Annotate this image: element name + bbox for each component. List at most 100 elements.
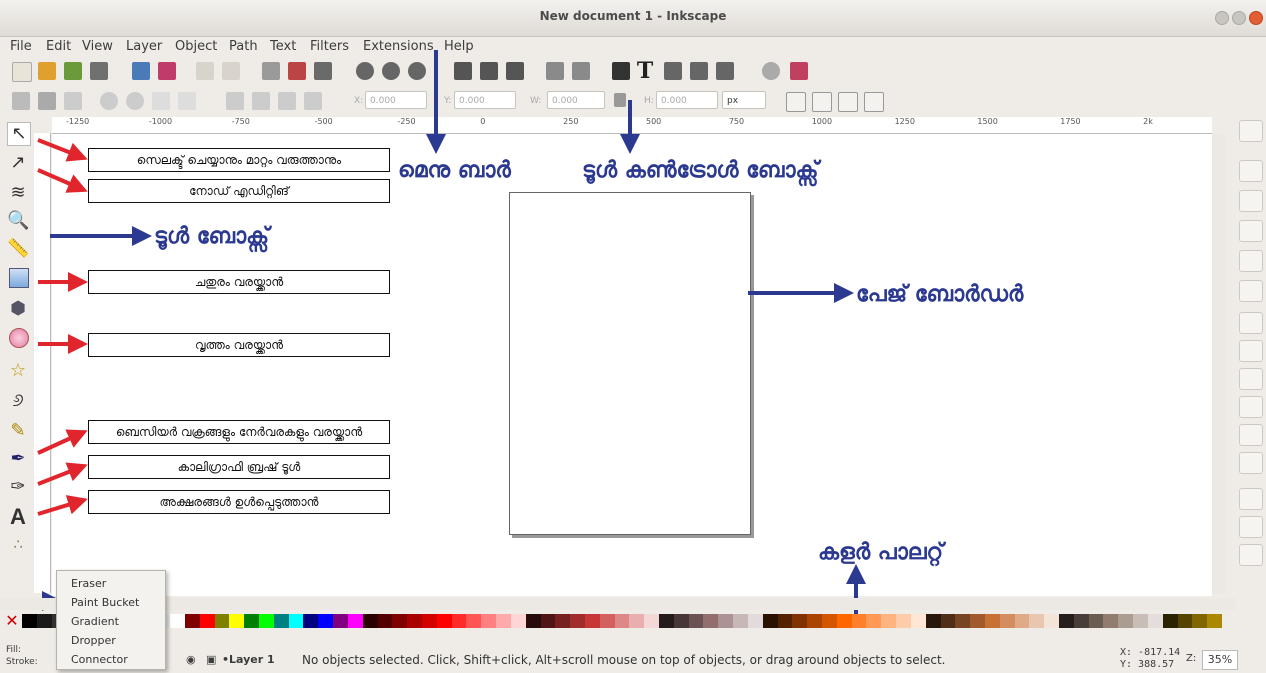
snap-others-icon[interactable] [1239,488,1263,510]
color-swatch[interactable] [659,614,675,628]
color-swatch[interactable] [851,614,867,628]
snap-bbox-edge-icon[interactable] [1239,190,1263,212]
color-swatch[interactable] [392,614,408,628]
tweak-tool-icon[interactable]: ≋ [7,182,29,204]
color-swatch[interactable] [747,614,764,628]
scale-corners-icon[interactable] [812,92,832,112]
unit-select[interactable]: px [722,91,766,109]
new-document-icon[interactable] [12,62,32,82]
menu-file[interactable]: File [10,39,32,54]
color-swatch[interactable] [273,614,290,628]
zoom-selection-icon[interactable] [356,62,374,80]
color-swatch[interactable] [1118,614,1134,628]
no-paint-icon[interactable]: ✕ [4,612,20,630]
color-swatch[interactable] [377,614,393,628]
xml-editor-icon[interactable] [690,62,708,80]
color-swatch[interactable] [1147,614,1164,628]
color-swatch[interactable] [244,614,260,628]
color-swatch[interactable] [792,614,808,628]
text-font-icon[interactable]: T [636,60,654,82]
minimize-button[interactable] [1215,11,1229,25]
zoom-page-icon[interactable] [408,62,426,80]
color-swatch[interactable] [333,614,349,628]
color-swatch[interactable] [940,614,956,628]
color-swatch[interactable] [525,614,542,628]
export-icon[interactable] [158,62,176,80]
snap-bbox-corner-icon[interactable] [1239,220,1263,242]
rotate-ccw-icon[interactable] [100,92,118,110]
horizontal-ruler[interactable]: -1250 -1000 -750 -500 -250 0 250 500 750 1000 1250… [52,117,1212,134]
color-swatch[interactable] [896,614,912,628]
color-swatch[interactable] [1103,614,1119,628]
spiral-tool-icon[interactable]: ୬ [7,390,29,412]
group-icon[interactable] [546,62,564,80]
open-folder-icon[interactable] [38,62,56,80]
menu-extensions[interactable]: Extensions [363,39,434,54]
transform-patterns-icon[interactable] [864,92,884,112]
color-swatch[interactable] [318,614,334,628]
lower-icon[interactable] [278,92,296,110]
x-input[interactable]: 0.000 [365,91,427,109]
menu-object[interactable]: Object [175,39,217,54]
color-swatch[interactable] [1073,614,1090,628]
align-distribute-icon[interactable] [716,62,734,80]
h-input[interactable]: 0.000 [656,91,718,109]
menu-view[interactable]: View [82,39,113,54]
color-swatch[interactable] [584,614,601,628]
color-swatch[interactable] [703,614,719,628]
maximize-button[interactable] [1232,11,1246,25]
menu-item-eraser[interactable]: Eraser [71,577,106,590]
color-swatch[interactable] [214,614,230,628]
3d-box-tool-icon[interactable]: ⬢ [7,298,29,320]
rotate-cw-icon[interactable] [126,92,144,110]
snap-center-icon[interactable] [1239,516,1263,538]
color-swatch[interactable] [303,614,319,628]
snap-intersection-icon[interactable] [1239,368,1263,390]
scale-stroke-icon[interactable] [786,92,806,112]
color-swatch[interactable] [1059,614,1075,628]
layer-lock-icon[interactable]: ▣ [206,653,216,666]
print-icon[interactable] [90,62,108,80]
color-swatch[interactable] [466,614,482,628]
selector-tool-icon[interactable]: ↖ [7,122,31,146]
color-swatch[interactable] [644,614,660,628]
color-swatch[interactable] [570,614,586,628]
preferences-icon[interactable] [762,62,780,80]
snap-bbox-icon[interactable] [1239,160,1263,182]
redo-icon[interactable] [222,62,240,80]
ungroup-icon[interactable] [572,62,590,80]
unlink-clone-icon[interactable] [506,62,524,80]
vertical-ruler[interactable] [34,133,51,593]
color-swatch[interactable] [807,614,823,628]
snap-bbox-midpoint-icon[interactable] [1239,250,1263,272]
color-swatch[interactable] [1207,614,1223,628]
color-swatch[interactable] [718,614,734,628]
menu-help[interactable]: Help [444,39,474,54]
snap-cusp-icon[interactable] [1239,396,1263,418]
snap-rotation-center-icon[interactable] [1239,544,1263,566]
menu-text[interactable]: Text [270,39,296,54]
star-tool-icon[interactable]: ☆ [7,360,29,382]
raise-icon[interactable] [252,92,270,110]
color-swatch[interactable] [540,614,556,628]
snap-nodes-icon[interactable] [1239,312,1263,334]
color-swatch[interactable] [199,614,216,628]
color-swatch[interactable] [288,614,304,628]
color-swatch[interactable] [229,614,245,628]
menu-edit[interactable]: Edit [46,39,71,54]
spray-tool-icon[interactable]: ∴ [7,534,29,556]
color-swatch[interactable] [910,614,927,628]
color-swatch[interactable] [733,614,749,628]
node-tool-icon[interactable]: ↗ [7,152,29,174]
transform-gradients-icon[interactable] [838,92,858,112]
fill-stroke-icon[interactable] [612,62,630,80]
clone-icon[interactable] [480,62,498,80]
menu-path[interactable]: Path [229,39,258,54]
color-swatch[interactable] [822,614,838,628]
paste-icon[interactable] [314,62,332,80]
menu-item-connector[interactable]: Connector [71,653,128,666]
color-swatch[interactable] [184,614,201,628]
snap-midpoint-icon[interactable] [1239,452,1263,474]
snap-smooth-icon[interactable] [1239,424,1263,446]
select-all-icon[interactable] [12,92,30,110]
